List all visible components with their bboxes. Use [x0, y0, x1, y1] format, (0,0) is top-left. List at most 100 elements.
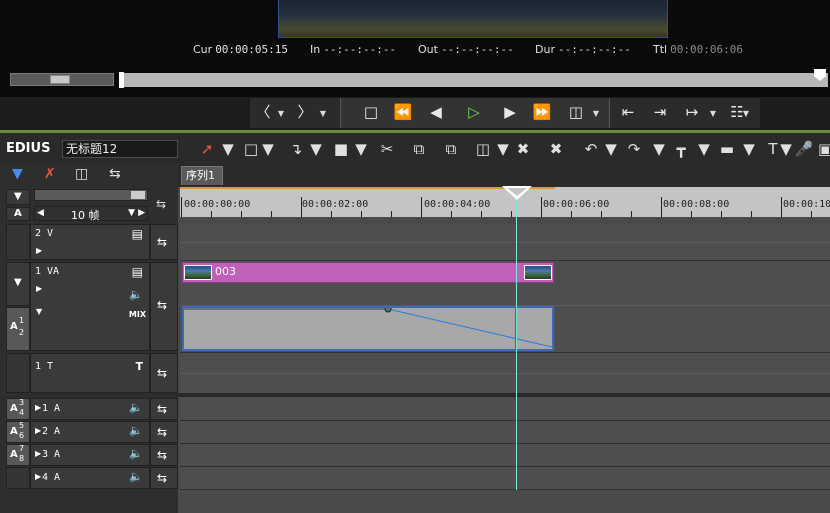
magic-wand-icon[interactable]: ➚	[196, 139, 218, 159]
track-header-2a[interactable]: ▶ 2 A 🔈	[30, 421, 150, 443]
next-edit-icon[interactable]: ⇥	[649, 102, 671, 122]
redo-icon[interactable]: ↷	[623, 139, 645, 159]
track-row-4a[interactable]	[180, 467, 830, 490]
track-target-1t[interactable]	[6, 353, 30, 393]
rewind-icon[interactable]: ⏪	[392, 102, 414, 122]
track-sync-2v[interactable]: ⇆	[150, 224, 178, 260]
zoom-dropdown-icon[interactable]: ▼	[128, 208, 135, 218]
cut-icon[interactable]: ✂	[376, 139, 398, 159]
audio-target-a4[interactable]	[6, 467, 30, 489]
prev-edit-icon[interactable]: ⇤	[617, 102, 639, 122]
ripple-mode-icon[interactable]: ⇆	[109, 166, 121, 182]
new-file-icon[interactable]: □	[240, 139, 262, 159]
open-dropdown-icon[interactable]: ▼	[310, 139, 322, 159]
mic-icon[interactable]: 🎤	[793, 139, 815, 159]
ripple-delete-icon[interactable]: ✖	[545, 139, 567, 159]
loop-icon[interactable]: ◫	[565, 102, 587, 122]
volume-rubberband[interactable]	[184, 308, 552, 349]
track-target-2v[interactable]	[6, 224, 30, 260]
undo-icon[interactable]: ↶	[580, 139, 602, 159]
position-marker[interactable]	[119, 72, 124, 88]
save-dropdown-icon[interactable]: ▼	[355, 139, 367, 159]
track-header-3a[interactable]: ▶ 3 A 🔈	[30, 444, 150, 466]
zoom-slider[interactable]	[34, 189, 148, 201]
expand-icon[interactable]: ▶	[35, 472, 41, 481]
overwrite-dropdown-icon[interactable]: ▼	[740, 102, 752, 122]
video-mute-icon[interactable]: ▤	[132, 227, 143, 241]
video-clip[interactable]: 003	[182, 262, 554, 283]
save-icon[interactable]: ■	[330, 139, 352, 159]
track-row-1a[interactable]	[180, 398, 830, 421]
audio-target-toggle[interactable]: A	[6, 207, 30, 221]
track-sync-4a[interactable]: ⇆	[150, 467, 178, 489]
time-ruler[interactable]	[180, 187, 830, 217]
zoom-select[interactable]: ◀ 10 帧 ▼ ▶	[34, 206, 148, 222]
track-header-1a[interactable]: ▶ 1 A 🔈	[30, 398, 150, 420]
track-target-1va[interactable]: ▼	[6, 262, 30, 306]
track-sync-1va[interactable]: ⇆	[150, 262, 178, 351]
replace-icon[interactable]: ◫	[472, 139, 494, 159]
track-row-1t[interactable]	[180, 353, 830, 394]
redo-dropdown-icon[interactable]: ▼	[653, 139, 665, 159]
position-slider[interactable]	[120, 73, 828, 87]
play-icon[interactable]: ▷	[463, 102, 485, 122]
sequence-tab[interactable]: 序列1	[181, 166, 223, 185]
track-header-2v[interactable]: 2 V ▤ ▶	[30, 224, 150, 260]
stop-icon[interactable]: □	[360, 102, 382, 122]
expand-icon[interactable]: ▶	[36, 284, 42, 293]
open-icon[interactable]: ↴	[285, 139, 307, 159]
insert-icon[interactable]: ↦	[681, 102, 703, 122]
track-row-2a[interactable]	[180, 421, 830, 444]
video-target-toggle[interactable]: ▼	[6, 189, 30, 205]
link-icon[interactable]: ▼	[12, 166, 23, 182]
shuttle-handle[interactable]	[50, 75, 70, 84]
title-dropdown-icon[interactable]: ▼	[780, 139, 792, 159]
track-row-2v[interactable]	[180, 224, 830, 261]
sync-lock-icon[interactable]: ✗	[44, 166, 56, 182]
speaker-icon[interactable]: 🔈	[129, 401, 143, 414]
loop-dropdown-icon[interactable]: ▼	[590, 102, 602, 122]
video-mute-icon[interactable]: ▤	[132, 265, 143, 279]
expand-icon[interactable]: ▶	[35, 403, 41, 412]
track-sync-1t[interactable]: ⇆	[150, 353, 178, 393]
fast-forward-icon[interactable]: ⏩	[531, 102, 553, 122]
track-header-1t[interactable]: 1 T T	[30, 353, 150, 393]
ripple-dropdown-icon[interactable]: ▼	[743, 139, 755, 159]
project-name-field[interactable]: 无标题12	[62, 140, 178, 158]
expand-icon[interactable]: ▶	[35, 426, 41, 435]
audio-target-a78[interactable]: A 7 8	[6, 444, 30, 466]
speaker-icon[interactable]: 🔈	[129, 447, 143, 460]
wand-dropdown-icon[interactable]: ▼	[222, 139, 234, 159]
scroll-sync-icon[interactable]: ⇆	[156, 197, 166, 211]
replace-dropdown-icon[interactable]: ▼	[497, 139, 509, 159]
split-dropdown-icon[interactable]: ▼	[698, 139, 710, 159]
undo-dropdown-icon[interactable]: ▼	[605, 139, 617, 159]
track-sync-3a[interactable]: ⇆	[150, 444, 178, 466]
audio-clip[interactable]	[182, 306, 554, 351]
expand-icon[interactable]: ▶	[36, 246, 42, 255]
group-icon[interactable]: ◫	[75, 166, 88, 182]
track-header-1va[interactable]: 1 VA ▤ ▶ 🔈 ▼ MIX	[30, 262, 150, 351]
speaker-icon[interactable]: 🔈	[129, 288, 143, 301]
next-frame-icon[interactable]: ▶	[499, 102, 521, 122]
new-file-dropdown-icon[interactable]: ▼	[262, 139, 274, 159]
copy-icon[interactable]: ⧉	[408, 139, 430, 159]
zoom-prev-icon[interactable]: ◀	[37, 208, 44, 218]
paste-icon[interactable]: ⧉	[440, 139, 462, 159]
insert-dropdown-icon[interactable]: ▼	[707, 102, 719, 122]
set-out-dropdown-icon[interactable]: ▼	[317, 102, 329, 122]
expand-icon[interactable]: ▶	[35, 449, 41, 458]
track-row-3a[interactable]	[180, 444, 830, 467]
set-in-dropdown-icon[interactable]: ▼	[275, 102, 287, 122]
speaker-icon[interactable]: 🔈	[129, 424, 143, 437]
collapse-icon[interactable]: ▼	[36, 307, 42, 316]
set-out-icon[interactable]: 〉	[294, 102, 316, 122]
ripple-icon[interactable]: ▬	[712, 139, 742, 159]
monitor-icon[interactable]: ▣	[818, 139, 830, 159]
split-icon[interactable]: ┳	[670, 139, 692, 159]
zoom-next-icon[interactable]: ▶	[138, 208, 145, 218]
audio-target-a56[interactable]: A 5 6	[6, 421, 30, 443]
track-sync-2a[interactable]: ⇆	[150, 421, 178, 443]
speaker-icon[interactable]: 🔈	[129, 470, 143, 483]
delete-icon[interactable]: ✖	[512, 139, 534, 159]
